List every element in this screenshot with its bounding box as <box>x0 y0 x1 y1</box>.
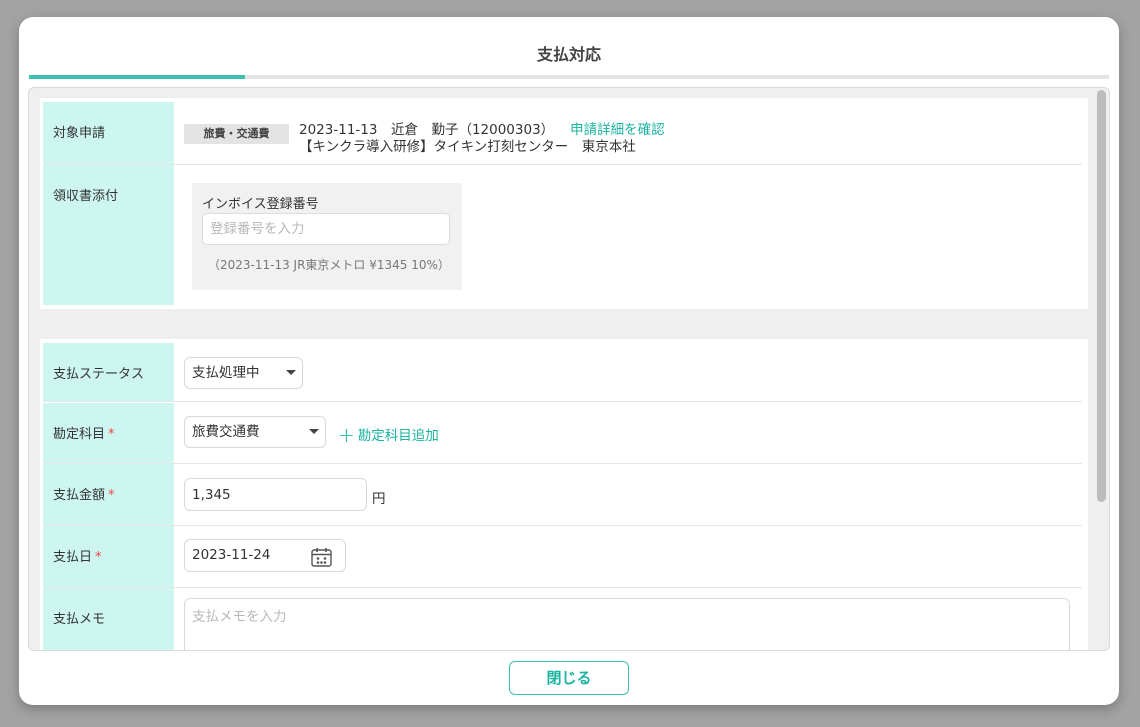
invoice-label: インボイス登録番号 <box>202 197 319 212</box>
account-select-value: 旅費交通費 <box>192 424 260 440</box>
add-account-label: 勘定科目追加 <box>357 428 439 444</box>
tab-indicator-active <box>29 75 245 79</box>
dialog-title: 支払対応 <box>536 45 601 64</box>
row-receipt: 領収書添付 インボイス登録番号 （2023-11-13 JR東京メトロ ¥134… <box>43 165 1082 305</box>
receipt-item: インボイス登録番号 （2023-11-13 JR東京メトロ ¥1345 10%） <box>192 183 462 290</box>
application-card: 対象申請 旅費・交通費 2023-11-13 近倉 勤子（12000303） 申請… <box>40 98 1088 309</box>
receipt-label: 領収書添付 <box>43 165 174 305</box>
date-label-cell: 支払日 * <box>43 526 174 587</box>
account-label-cell: 勘定科目 * <box>43 403 174 463</box>
application-label: 対象申請 <box>43 102 174 164</box>
row-account: 勘定科目 * 旅費交通費 + 勘定科目追加 <box>43 403 1082 464</box>
payment-dialog: 支払対応 対象申請 旅費・交通費 2023-11-13 近倉 勤子（120003… <box>19 17 1119 705</box>
close-button[interactable]: 閉じる <box>509 661 629 695</box>
account-select[interactable]: 旅費交通費 <box>184 416 326 448</box>
chevron-down-icon <box>309 429 319 434</box>
status-select-value: 支払処理中 <box>192 365 260 381</box>
date-label: 支払日 <box>53 550 93 565</box>
scrollbar-thumb[interactable] <box>1097 90 1106 502</box>
row-date: 支払日 * 2023-11-24 <box>43 526 1082 588</box>
date-input[interactable]: 2023-11-24 <box>184 539 346 572</box>
receipt-note: （2023-11-13 JR東京メトロ ¥1345 10%） <box>208 258 450 272</box>
row-status: 支払ステータス 支払処理中 <box>43 343 1082 402</box>
amount-input[interactable] <box>184 478 367 511</box>
calendar-icon[interactable] <box>311 547 332 567</box>
amount-content: 円 <box>174 464 1082 525</box>
required-mark: * <box>108 488 115 503</box>
account-content: 旅費交通費 + 勘定科目追加 <box>174 403 1082 463</box>
payment-card: 支払ステータス 支払処理中 勘定科目 * 旅費交通費 + 勘定科目追加 支払金額… <box>40 339 1088 650</box>
memo-label: 支払メモ <box>43 588 174 650</box>
chevron-down-icon <box>286 370 296 375</box>
receipt-content: インボイス登録番号 （2023-11-13 JR東京メトロ ¥1345 10%） <box>174 165 1082 305</box>
required-mark: * <box>95 550 102 565</box>
required-mark: * <box>108 427 115 442</box>
row-amount: 支払金額* 円 <box>43 464 1082 526</box>
date-value: 2023-11-24 <box>192 547 271 563</box>
memo-content <box>174 588 1082 650</box>
status-label: 支払ステータス <box>43 343 174 401</box>
plus-icon: + <box>338 423 355 447</box>
account-label: 勘定科目 <box>53 427 106 442</box>
status-select[interactable]: 支払処理中 <box>184 357 303 389</box>
amount-unit: 円 <box>372 491 386 507</box>
tab-indicator <box>29 75 1109 79</box>
invoice-number-input[interactable] <box>202 213 450 245</box>
amount-label: 支払金額 <box>53 488 106 503</box>
application-description: 【キンクラ導入研修】タイキン打刻センター 東京本社 <box>299 139 636 155</box>
amount-label-cell: 支払金額 * <box>43 464 174 525</box>
date-content: 2023-11-24 <box>174 526 1082 587</box>
add-account-button[interactable]: + 勘定科目追加 <box>338 423 439 447</box>
row-memo: 支払メモ <box>43 588 1082 650</box>
application-content: 旅費・交通費 2023-11-13 近倉 勤子（12000303） 申請詳細を確認… <box>174 102 1082 164</box>
memo-textarea[interactable] <box>184 598 1070 650</box>
status-content: 支払処理中 <box>174 343 1082 401</box>
row-application: 対象申請 旅費・交通費 2023-11-13 近倉 勤子（12000303） 申請… <box>43 102 1082 165</box>
dialog-body[interactable]: 対象申請 旅費・交通費 2023-11-13 近倉 勤子（12000303） 申請… <box>28 87 1110 651</box>
category-badge: 旅費・交通費 <box>184 124 289 144</box>
